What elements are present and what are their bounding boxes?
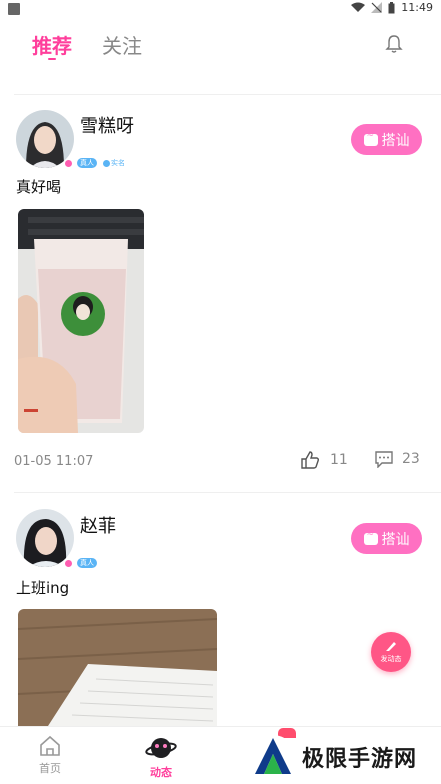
watermark-text: 极限手游网 [302, 747, 418, 772]
nav-feed[interactable]: 动态 [145, 735, 177, 780]
post-text: 上班ing [16, 579, 70, 597]
comment-count: 23 [402, 451, 420, 467]
female-icon [64, 558, 73, 568]
divider [14, 492, 441, 493]
post-photo[interactable] [18, 209, 144, 433]
user-badges: 真人 实名 [64, 158, 127, 168]
badge-real-label: 真人 [80, 159, 94, 167]
status-icons: 11:49 [351, 1, 433, 14]
divider [14, 94, 441, 95]
user-badges: 真人 [64, 558, 97, 568]
nav-feed-label: 动态 [150, 766, 172, 779]
chat-button-label: 搭讪 [381, 531, 410, 548]
notification-icon [8, 3, 20, 15]
username[interactable]: 赵菲 [80, 512, 116, 538]
bell-icon[interactable] [385, 34, 403, 54]
nav-home[interactable]: 首页 [38, 735, 62, 776]
tab-recommend[interactable]: 推荐 [32, 30, 72, 59]
tab-follow[interactable]: 关注 [102, 30, 142, 59]
comment-icon [375, 451, 393, 468]
like-count: 11 [330, 452, 348, 468]
status-time: 11:49 [401, 1, 433, 14]
post-photo[interactable] [18, 609, 217, 726]
comment-button[interactable]: 23 [374, 450, 420, 468]
like-button[interactable]: 11 [300, 450, 348, 470]
chat-button[interactable]: 搭讪 [351, 124, 422, 155]
wifi-icon [351, 2, 366, 12]
publish-button[interactable]: 发动态 [371, 632, 411, 672]
publish-button-label: 发动态 [380, 655, 402, 663]
no-signal-icon [371, 2, 383, 13]
top-header: 推荐 关注 [0, 18, 441, 78]
badge-real-label: 真人 [80, 559, 94, 567]
verified-icon [103, 159, 110, 167]
tab-active-indicator [48, 58, 56, 60]
female-icon [64, 158, 73, 168]
chat-button[interactable]: 搭讪 [351, 523, 422, 554]
post-date: 01-05 11:07 [14, 454, 94, 469]
home-icon [40, 735, 60, 756]
nav-home-label: 首页 [39, 762, 61, 775]
watermark-logo-icon [251, 735, 295, 779]
status-bar: 11:49 [0, 0, 441, 18]
chat-icon [363, 530, 378, 545]
battery-icon [388, 1, 395, 13]
real-person-badge: 真人 [77, 558, 97, 568]
real-person-badge: 真人 [77, 158, 97, 168]
badge-name-label: 实名 [111, 159, 125, 167]
real-name-badge: 实名 [101, 158, 127, 168]
chat-icon [363, 131, 378, 146]
post-text: 真好喝 [16, 178, 62, 196]
watermark: 极限手游网 [250, 732, 440, 782]
planet-icon [145, 738, 177, 758]
username[interactable]: 雪糕呀 [80, 112, 134, 138]
pen-icon [386, 642, 396, 651]
chat-button-label: 搭讪 [381, 132, 410, 149]
thumbs-up-icon [301, 451, 320, 469]
